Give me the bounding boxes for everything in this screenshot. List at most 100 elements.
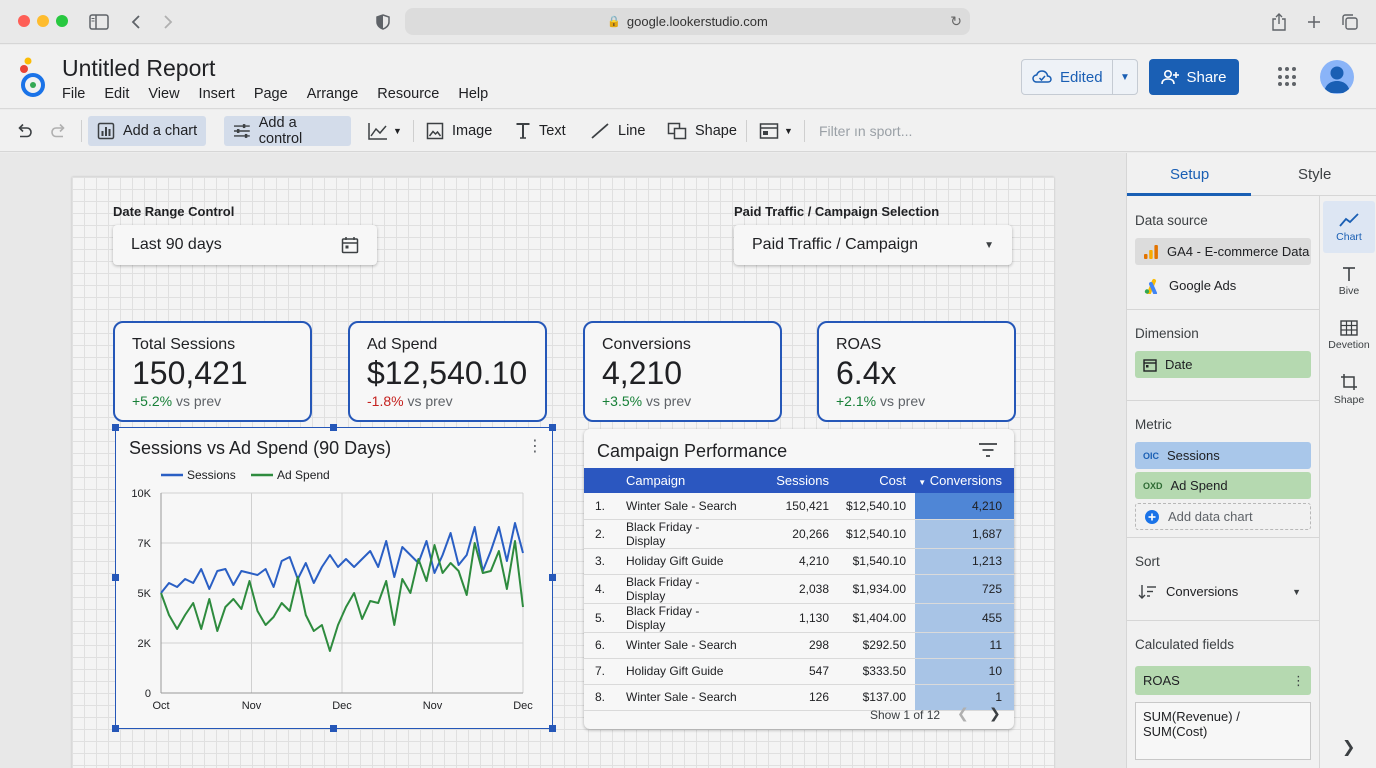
rail-item-table[interactable]: Devetion bbox=[1323, 309, 1375, 361]
theme-layout-button[interactable]: ▼ bbox=[751, 116, 801, 146]
rail-item-shape[interactable]: Shape bbox=[1323, 363, 1375, 415]
chevron-right-icon[interactable]: ❯ bbox=[1342, 737, 1355, 757]
metric-chip-sessions[interactable]: OIC Sessions bbox=[1135, 442, 1311, 469]
kpi-card-total-sessions[interactable]: Total Sessions 150,421 +5.2% vs prev bbox=[113, 321, 312, 422]
data-source-google-ads[interactable]: Google Ads bbox=[1135, 272, 1311, 299]
table-row[interactable]: 4. Black Friday - Display 2,038 $1,934.00 72… bbox=[584, 574, 1014, 604]
shield-icon[interactable] bbox=[371, 10, 395, 34]
edited-button[interactable]: Edited bbox=[1022, 60, 1113, 94]
report-canvas[interactable]: Date Range Control Last 90 days Paid Tra… bbox=[72, 177, 1054, 768]
sidebar-toggle-icon[interactable] bbox=[87, 10, 111, 34]
share-button[interactable]: Share bbox=[1149, 59, 1239, 95]
sort-dropdown[interactable]: Conversions ▼ bbox=[1135, 578, 1311, 605]
share-page-icon[interactable] bbox=[1267, 10, 1291, 34]
menu-view[interactable]: View bbox=[148, 86, 179, 102]
metric-chip-ad-spend[interactable]: OXD Ad Spend bbox=[1135, 472, 1311, 499]
add-chart-button[interactable]: Add a chart bbox=[88, 116, 206, 146]
tab-overview-icon[interactable] bbox=[1338, 10, 1362, 34]
resize-handle[interactable] bbox=[549, 424, 556, 431]
resize-handle[interactable] bbox=[112, 725, 119, 732]
filter-input[interactable]: Filter ın sport... bbox=[819, 123, 912, 139]
menu-insert[interactable]: Insert bbox=[199, 86, 235, 102]
tab-setup[interactable]: Setup bbox=[1170, 166, 1209, 183]
row-index: 5. bbox=[584, 603, 616, 633]
minimize-window-button[interactable] bbox=[37, 15, 49, 27]
rail-item-text[interactable]: Bive bbox=[1323, 255, 1375, 307]
campaign-performance-table[interactable]: Campaign Performance Campaign Sessions C… bbox=[584, 429, 1014, 729]
date-range-control[interactable]: Last 90 days bbox=[113, 225, 377, 265]
calculated-field-roas[interactable]: ROAS ⋮ bbox=[1135, 666, 1311, 695]
column-header-sessions[interactable]: Sessions bbox=[739, 468, 829, 493]
app-header: Untitled Report File Edit View Insert Pa… bbox=[0, 45, 1376, 109]
time-series-chart[interactable]: Sessions vs Ad Spend (90 Days) ⋮ 0 2K 5K 7K… bbox=[112, 424, 556, 732]
x-tick-label: Oct bbox=[152, 700, 169, 712]
resize-handle[interactable] bbox=[112, 424, 119, 431]
avatar[interactable] bbox=[1320, 60, 1354, 94]
chevron-left-icon[interactable]: ❮ bbox=[957, 705, 969, 722]
kpi-card-roas[interactable]: ROAS 6.4x +2.1% vs prev bbox=[817, 321, 1016, 422]
column-header-conversions[interactable]: ▼ Conversions bbox=[915, 468, 1014, 493]
menu-edit[interactable]: Edit bbox=[104, 86, 129, 102]
row-index: 7. bbox=[584, 658, 616, 685]
dimension-chip-date[interactable]: Date bbox=[1135, 351, 1311, 378]
toolbar-divider bbox=[804, 120, 805, 142]
column-header-index bbox=[584, 468, 616, 493]
kpi-card-conversions[interactable]: Conversions 4,210 +3.5% vs prev bbox=[583, 321, 782, 422]
text-button[interactable]: Text bbox=[507, 116, 574, 146]
x-tick-label: Dec bbox=[332, 700, 352, 712]
formula-editor[interactable]: SUM(Revenue) / SUM(Cost) bbox=[1135, 702, 1311, 760]
table-row[interactable]: 7. Holiday Gift Guide 547 $333.50 10 bbox=[584, 658, 1014, 685]
undo-icon[interactable] bbox=[7, 116, 41, 146]
tab-style[interactable]: Style bbox=[1298, 166, 1331, 183]
chevron-down-icon[interactable]: ▼ bbox=[1113, 72, 1137, 83]
google-ads-icon bbox=[1144, 278, 1157, 294]
legend-label[interactable]: Ad Spend bbox=[277, 468, 330, 482]
menu-file[interactable]: File bbox=[62, 86, 85, 102]
google-apps-icon[interactable] bbox=[1278, 67, 1298, 87]
column-header-cost[interactable]: Cost bbox=[829, 468, 915, 493]
resize-handle[interactable] bbox=[330, 424, 337, 431]
resize-handle[interactable] bbox=[330, 725, 337, 732]
add-metric-button[interactable]: Add data chart bbox=[1135, 503, 1311, 530]
address-bar[interactable]: 🔒 google.lookerstudio.com ↻ bbox=[405, 8, 970, 35]
rail-label: Bive bbox=[1338, 284, 1360, 297]
menu-resource[interactable]: Resource bbox=[377, 86, 439, 102]
table-row[interactable]: 3. Holiday Gift Guide 4,210 $1,540.10 1,213 bbox=[584, 548, 1014, 575]
forward-icon[interactable] bbox=[156, 10, 180, 34]
reload-icon[interactable]: ↻ bbox=[950, 13, 962, 30]
report-title[interactable]: Untitled Report bbox=[62, 55, 215, 82]
column-header-campaign[interactable]: Campaign bbox=[616, 468, 739, 493]
line-button[interactable]: Line bbox=[582, 116, 653, 146]
menu-page[interactable]: Page bbox=[254, 86, 288, 102]
image-button[interactable]: Image bbox=[418, 116, 500, 146]
chevron-right-icon[interactable]: ❯ bbox=[989, 705, 1001, 722]
menu-arrange[interactable]: Arrange bbox=[307, 86, 359, 102]
table-row[interactable]: 6. Winter Sale - Search 298 $292.50 11 bbox=[584, 632, 1014, 659]
data-source-ga4[interactable]: GA4 - E-commerce Data bbox=[1135, 238, 1311, 265]
redo-icon[interactable] bbox=[42, 116, 76, 146]
resize-handle[interactable] bbox=[549, 725, 556, 732]
panel-tabs: Setup Style bbox=[1127, 153, 1376, 196]
filter-list-icon[interactable] bbox=[978, 442, 998, 458]
new-tab-icon[interactable] bbox=[1302, 10, 1326, 34]
back-icon[interactable] bbox=[124, 10, 148, 34]
table-row[interactable]: 5. Black Friday - Display 1,130 $1,404.00 45… bbox=[584, 603, 1014, 633]
rail-item-chart[interactable]: Chart bbox=[1323, 201, 1375, 253]
edit-mode-toggle[interactable]: Edited ▼ bbox=[1021, 59, 1138, 95]
campaign-selection-dropdown[interactable]: Paid Traffic / Campaign ▼ bbox=[734, 225, 1012, 265]
resize-handle[interactable] bbox=[112, 574, 119, 581]
add-control-button[interactable]: Add a control bbox=[224, 115, 351, 147]
community-viz-button[interactable]: ▼ bbox=[360, 116, 410, 146]
resize-handle[interactable] bbox=[549, 574, 556, 581]
table-row[interactable]: 1. Winter Sale - Search 150,421 $12,540.10 4… bbox=[584, 493, 1014, 520]
kpi-card-ad-spend[interactable]: Ad Spend $12,540.10 -1.8% vs prev bbox=[348, 321, 547, 422]
legend-label[interactable]: Sessions bbox=[187, 468, 236, 482]
dimension-label: Date bbox=[1165, 357, 1193, 372]
shape-button[interactable]: Shape bbox=[659, 116, 745, 146]
more-vert-icon[interactable]: ⋮ bbox=[1292, 673, 1305, 689]
table-row[interactable]: 2. Black Friday - Display 20,266 $12,540.10… bbox=[584, 519, 1014, 549]
zoom-window-button[interactable] bbox=[56, 15, 68, 27]
menu-help[interactable]: Help bbox=[458, 86, 488, 102]
close-window-button[interactable] bbox=[18, 15, 30, 27]
chart-plot[interactable]: 0 2K 5K 7K 10K Oct Nov Dec Nov Dec Sessions Ad Spen… bbox=[116, 428, 554, 730]
